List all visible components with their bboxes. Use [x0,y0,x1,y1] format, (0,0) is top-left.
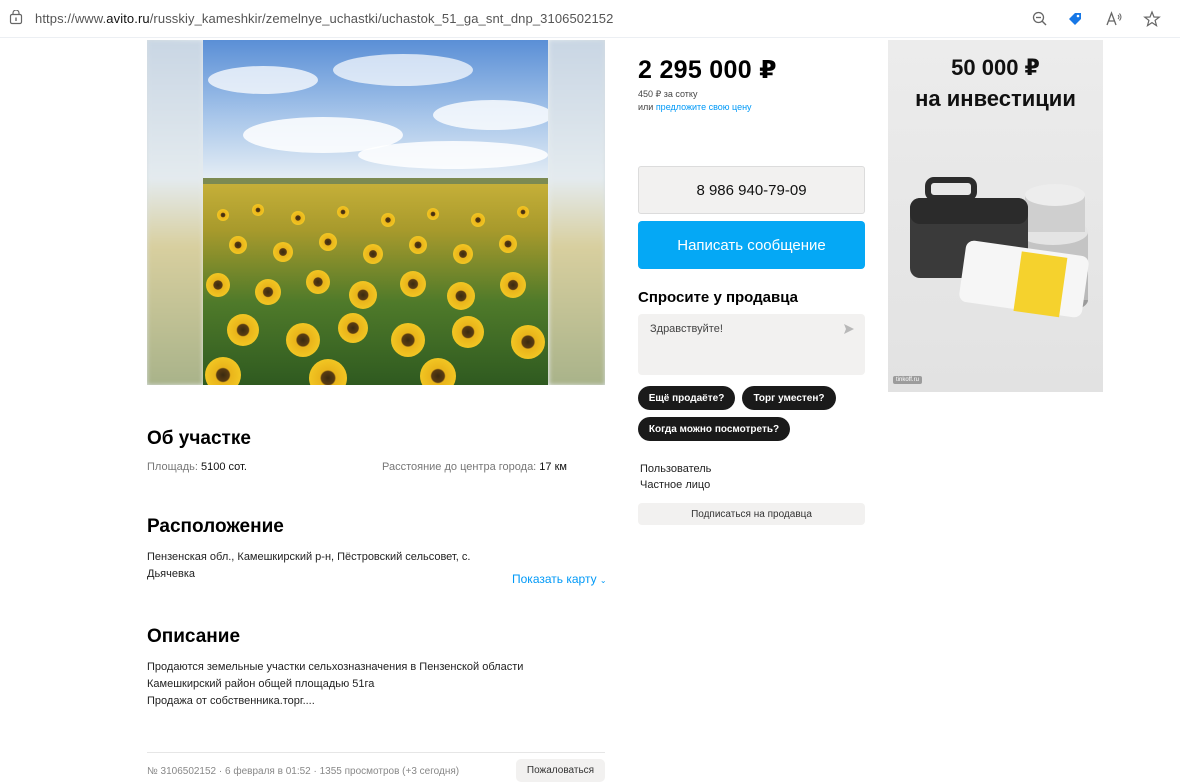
send-icon[interactable] [843,323,855,335]
description-text: Продаются земельные участки сельхозназна… [147,661,524,707]
write-message-button[interactable]: Написать сообщение [638,221,865,269]
address-bar[interactable]: https://www.avito.ru/russkiy_kameshkir/z… [0,0,1180,38]
report-button[interactable]: Пожаловаться [516,759,605,782]
subscribe-button[interactable]: Подписаться на продавца [638,503,865,525]
listing-meta: № 3106502152 · 6 февраля в 01:52 · 1355 … [147,766,460,777]
site-info-icon[interactable] [8,10,24,26]
show-map-link[interactable]: Показать карту ⌄ [512,572,607,586]
favorite-star-icon[interactable] [1143,10,1161,28]
read-aloud-icon[interactable] [1105,10,1123,28]
quick-question-chip[interactable]: Торг уместен? [742,386,836,410]
description-title: Описание [147,626,241,647]
ad-amount: 50 000 ₽ [951,55,1040,80]
offer-price-line: или предложите свою цену [638,102,752,112]
seller-info[interactable]: Пользователь Частное лицо [640,461,711,493]
show-phone-button[interactable]: 8 986 940-79-09 [638,166,865,214]
chevron-down-icon: ⌄ [599,576,607,585]
ad-source: tinkoff.ru [893,376,922,384]
ask-seller-title: Спросите у продавца [638,289,798,306]
ad-headline: на инвестиции [915,86,1076,111]
listing-photo[interactable] [203,40,548,385]
location-address: Пензенская обл., Камешкирский р-н, Пёстр… [147,551,471,580]
photo-blur-left [147,40,203,385]
photo-blur-right [549,40,605,385]
url-text[interactable]: https://www.avito.ru/russkiy_kameshkir/z… [35,11,613,26]
location-title: Расположение [147,516,284,537]
toolbar-divider [0,37,1180,38]
quick-question-chip[interactable]: Когда можно посмотреть? [638,417,790,441]
about-title: Об участке [147,428,251,449]
seller-name[interactable]: Пользователь [640,461,711,477]
area-property: Площадь: 5100 сот. [147,461,247,473]
photo-gallery[interactable] [147,40,605,385]
price-per-sotka: 450 ₽ за сотку [638,89,698,99]
briefcase-coins-illustration [910,177,1089,318]
price: 2 295 000 ₽ [638,56,777,84]
tag-icon[interactable] [1066,10,1084,28]
quick-question-chip[interactable]: Ещё продаёте? [638,386,735,410]
offer-price-link[interactable]: предложите свою цену [656,102,752,112]
distance-property: Расстояние до центра города: 17 км [382,461,567,473]
ad-banner[interactable]: 50 000 ₽ на инвестиции tinkoff.ru [888,40,1103,392]
ask-seller-input[interactable]: Здравствуйте! [638,314,865,375]
ask-seller-text[interactable]: Здравствуйте! [650,323,723,335]
footer-divider [147,752,605,753]
zoom-out-icon[interactable] [1031,10,1049,28]
seller-type: Частное лицо [640,479,711,491]
